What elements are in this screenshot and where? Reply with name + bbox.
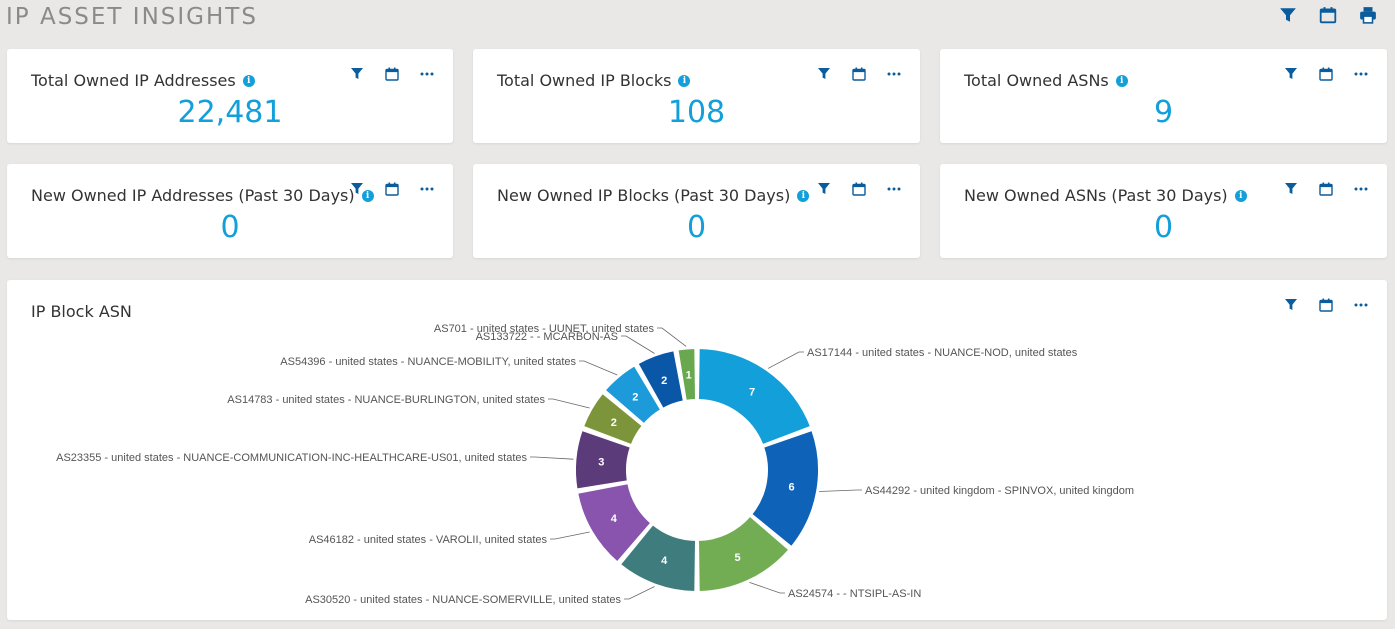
card-value: 0 bbox=[686, 210, 707, 245]
slice-leader-line bbox=[657, 327, 687, 347]
slice-leader-line bbox=[621, 335, 655, 354]
card-value: 9 bbox=[1153, 95, 1174, 130]
filter-icon[interactable] bbox=[1283, 181, 1299, 197]
card-new-ip-addresses: New Owned IP Addresses (Past 30 Days) i 0 bbox=[7, 164, 453, 258]
card-title: New Owned IP Addresses (Past 30 Days) i bbox=[31, 186, 374, 205]
slice-leader-line bbox=[819, 489, 862, 492]
slice-leader-line bbox=[550, 531, 590, 540]
card-title: New Owned ASNs (Past 30 Days) i bbox=[964, 186, 1247, 205]
slice-label: AS30520 - united states - NUANCE-SOMERVI… bbox=[305, 594, 621, 606]
card-new-asns: New Owned ASNs (Past 30 Days) i 0 bbox=[940, 164, 1387, 258]
slice-value-label: 4 bbox=[661, 555, 668, 567]
more-icon[interactable] bbox=[419, 181, 435, 197]
more-icon[interactable] bbox=[886, 181, 902, 197]
card-title: Total Owned IP Addresses i bbox=[31, 71, 255, 90]
more-icon[interactable] bbox=[886, 66, 902, 82]
card-value: 0 bbox=[220, 210, 240, 245]
print-icon[interactable] bbox=[1359, 6, 1377, 24]
card-actions bbox=[1283, 66, 1369, 82]
info-icon[interactable]: i bbox=[242, 74, 255, 87]
card-total-ip-addresses: Total Owned IP Addresses i 22,481 bbox=[7, 49, 453, 143]
card-value: 0 bbox=[1153, 210, 1174, 245]
slice-label: AS23355 - united states - NUANCE-COMMUNI… bbox=[56, 452, 527, 464]
more-icon[interactable] bbox=[1353, 181, 1369, 197]
more-icon[interactable] bbox=[419, 66, 435, 82]
card-new-ip-blocks: New Owned IP Blocks (Past 30 Days) i 0 bbox=[473, 164, 920, 258]
card-value: 22,481 bbox=[177, 95, 283, 130]
filter-icon[interactable] bbox=[349, 66, 365, 82]
ip-block-asn-panel: IP Block ASN 7 AS17144 - united states - … bbox=[7, 280, 1387, 620]
calendar-icon[interactable] bbox=[1318, 66, 1334, 82]
card-total-ip-blocks: Total Owned IP Blocks i 108 bbox=[473, 49, 920, 143]
info-icon[interactable]: i bbox=[1234, 189, 1247, 202]
calendar-icon[interactable] bbox=[1318, 181, 1334, 197]
card-value: 108 bbox=[667, 95, 726, 130]
slice-value-label: 6 bbox=[788, 482, 794, 494]
calendar-icon[interactable] bbox=[851, 181, 867, 197]
card-actions bbox=[349, 66, 435, 82]
slice-value-label: 2 bbox=[611, 417, 617, 429]
slice-value-label: 2 bbox=[632, 391, 638, 403]
slice-value-label: 1 bbox=[686, 369, 692, 381]
card-title: Total Owned ASNs i bbox=[964, 71, 1128, 90]
slice-value-label: 2 bbox=[661, 375, 667, 387]
slice-label: AS701 - united states - UUNET, united st… bbox=[434, 323, 655, 335]
slice-leader-line bbox=[548, 398, 590, 409]
slice-label: AS24574 - - NTSIPL-AS-IN bbox=[788, 588, 921, 600]
card-total-asns: Total Owned ASNs i 9 bbox=[940, 49, 1387, 143]
calendar-icon[interactable] bbox=[1319, 6, 1337, 24]
more-icon[interactable] bbox=[1353, 66, 1369, 82]
info-icon[interactable]: i bbox=[797, 189, 810, 202]
card-title: New Owned IP Blocks (Past 30 Days) i bbox=[497, 186, 810, 205]
asn-donut-chart: 7 AS17144 - united states - NUANCE-NOD, u… bbox=[56, 323, 1134, 606]
slice-label: AS46182 - united states - VAROLII, unite… bbox=[309, 534, 548, 546]
page-actions bbox=[1279, 6, 1377, 24]
slice-label: AS14783 - united states - NUANCE-BURLING… bbox=[227, 394, 545, 406]
slice-value-label: 4 bbox=[611, 513, 618, 525]
slice-value-label: 7 bbox=[749, 386, 755, 398]
card-title: Total Owned IP Blocks i bbox=[497, 71, 691, 90]
card-actions bbox=[1283, 181, 1369, 197]
slice-value-label: 3 bbox=[598, 457, 604, 469]
info-icon[interactable]: i bbox=[1115, 74, 1128, 87]
filter-icon[interactable] bbox=[349, 181, 365, 197]
filter-icon[interactable] bbox=[1279, 6, 1297, 24]
slice-label: AS54396 - united states - NUANCE-MOBILIT… bbox=[280, 356, 576, 368]
slice-value-label: 5 bbox=[735, 552, 741, 564]
calendar-icon[interactable] bbox=[384, 181, 400, 197]
filter-icon[interactable] bbox=[1283, 66, 1299, 82]
card-actions bbox=[816, 181, 902, 197]
filter-icon[interactable] bbox=[816, 66, 832, 82]
slice-leader-line bbox=[530, 456, 574, 460]
card-actions bbox=[816, 66, 902, 82]
slice-leader-line bbox=[767, 351, 804, 369]
info-icon[interactable]: i bbox=[678, 74, 691, 87]
calendar-icon[interactable] bbox=[384, 66, 400, 82]
slice-leader-line bbox=[579, 360, 618, 376]
slice-leader-line bbox=[749, 582, 785, 594]
filter-icon[interactable] bbox=[816, 181, 832, 197]
slice-label: AS44292 - united kingdom - SPINVOX, unit… bbox=[865, 485, 1134, 497]
page-title: IP ASSET INSIGHTS bbox=[6, 4, 258, 30]
card-actions bbox=[349, 181, 435, 197]
slice-leader-line bbox=[624, 586, 655, 600]
slice-label: AS17144 - united states - NUANCE-NOD, un… bbox=[807, 347, 1078, 359]
calendar-icon[interactable] bbox=[851, 66, 867, 82]
